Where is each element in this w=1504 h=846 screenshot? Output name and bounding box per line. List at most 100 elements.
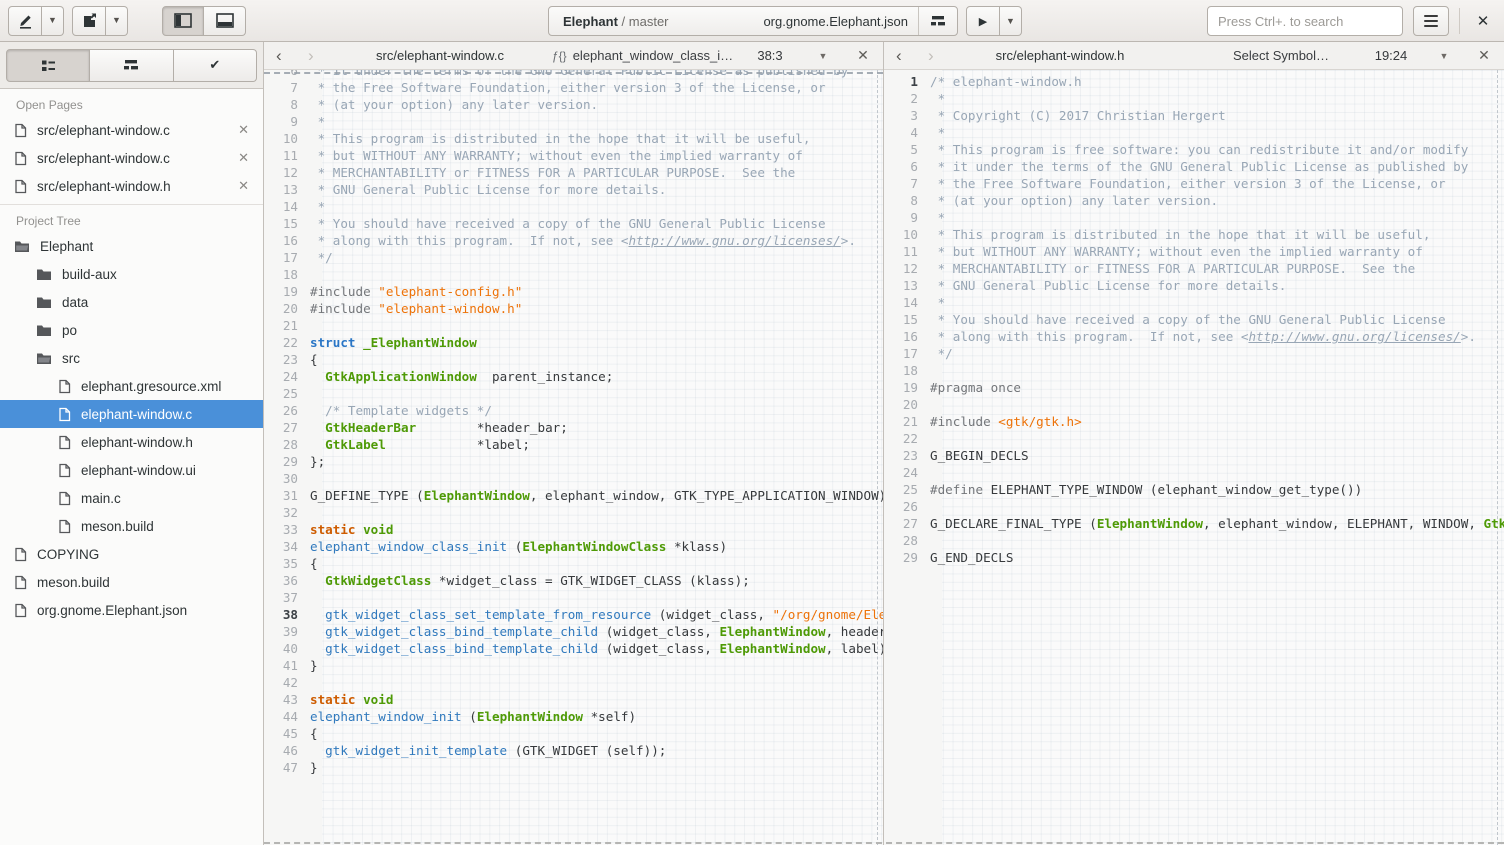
- tab-build[interactable]: [90, 49, 173, 82]
- code-line[interactable]: 12 * MERCHANTABILITY or FITNESS FOR A PA…: [264, 164, 883, 181]
- code-line[interactable]: 27G_DECLARE_FINAL_TYPE (ElephantWindow, …: [884, 515, 1504, 532]
- tab-tests[interactable]: ✔: [174, 49, 257, 82]
- code-line[interactable]: 41}: [264, 657, 883, 674]
- tree-item[interactable]: elephant.gresource.xml: [0, 372, 263, 400]
- code-line[interactable]: 23{: [264, 351, 883, 368]
- code-line[interactable]: 4 *: [884, 124, 1504, 141]
- close-editor-button[interactable]: ✕: [1474, 42, 1494, 69]
- code-line[interactable]: 33static void: [264, 521, 883, 538]
- tree-item[interactable]: COPYING: [0, 540, 263, 568]
- back-chevron-icon[interactable]: ‹: [896, 42, 902, 69]
- window-close-button[interactable]: ✕: [1470, 8, 1496, 34]
- code-viewport[interactable]: 1/* elephant-window.h2 *3 * Copyright (C…: [884, 70, 1504, 845]
- code-line[interactable]: 30: [264, 470, 883, 487]
- code-line[interactable]: 7 * the Free Software Foundation, either…: [884, 175, 1504, 192]
- tree-item[interactable]: org.gnome.Elephant.json: [0, 596, 263, 624]
- code-line[interactable]: 21: [264, 317, 883, 334]
- code-line[interactable]: 10 * This program is distributed in the …: [264, 130, 883, 147]
- symbol-selector[interactable]: ƒ{} elephant_window_class_i…: [552, 42, 770, 69]
- close-editor-button[interactable]: ✕: [853, 42, 873, 69]
- editor-options-dropdown[interactable]: ▼: [813, 42, 833, 69]
- code-line[interactable]: 28: [884, 532, 1504, 549]
- code-line[interactable]: 34elephant_window_class_init (ElephantWi…: [264, 538, 883, 555]
- code-line[interactable]: 28 GtkLabel *label;: [264, 436, 883, 453]
- code-line[interactable]: 9 *: [264, 113, 883, 130]
- code-line[interactable]: 42: [264, 674, 883, 691]
- tree-item[interactable]: meson.build: [0, 512, 263, 540]
- code-line[interactable]: 10 * This program is distributed in the …: [884, 226, 1504, 243]
- code-line[interactable]: 6 * it under the terms of the GNU Genera…: [884, 158, 1504, 175]
- editor-options-dropdown[interactable]: ▼: [1434, 42, 1454, 69]
- code-line[interactable]: 38 gtk_widget_class_set_template_from_re…: [264, 606, 883, 623]
- code-line[interactable]: 22: [884, 430, 1504, 447]
- code-line[interactable]: 20: [884, 396, 1504, 413]
- code-line[interactable]: 14 *: [264, 198, 883, 215]
- code-line[interactable]: 36 GtkWidgetClass *widget_class = GTK_WI…: [264, 572, 883, 589]
- open-page-item[interactable]: src/elephant-window.c ✕: [0, 144, 263, 172]
- code-line[interactable]: 29};: [264, 453, 883, 470]
- tree-item[interactable]: Elephant: [0, 232, 263, 260]
- code-line[interactable]: 45{: [264, 725, 883, 742]
- tree-item[interactable]: elephant-window.ui: [0, 456, 263, 484]
- code-line[interactable]: 7 * the Free Software Foundation, either…: [264, 79, 883, 96]
- code-line[interactable]: 24: [884, 464, 1504, 481]
- symbol-selector[interactable]: Select Symbol…: [1172, 42, 1390, 69]
- code-line[interactable]: 15 * You should have received a copy of …: [884, 311, 1504, 328]
- code-viewport[interactable]: 6 * it under the terms of the GNU Genera…: [264, 70, 883, 845]
- tree-item[interactable]: elephant-window.h: [0, 428, 263, 456]
- back-chevron-icon[interactable]: ‹: [276, 42, 282, 69]
- code-line[interactable]: 37: [264, 589, 883, 606]
- search-input[interactable]: [1207, 6, 1403, 36]
- forward-chevron-icon[interactable]: ›: [928, 42, 934, 69]
- code-line[interactable]: 5 * This program is free software: you c…: [884, 141, 1504, 158]
- toggle-left-panel-button[interactable]: [162, 6, 204, 36]
- code-line[interactable]: 46 gtk_widget_init_template (GTK_WIDGET …: [264, 742, 883, 759]
- code-line[interactable]: 27 GtkHeaderBar *header_bar;: [264, 419, 883, 436]
- code-line[interactable]: 18: [884, 362, 1504, 379]
- code-line[interactable]: 44elephant_window_init (ElephantWindow *…: [264, 708, 883, 725]
- code-line[interactable]: 25#define ELEPHANT_TYPE_WINDOW (elephant…: [884, 481, 1504, 498]
- code-line[interactable]: 26 /* Template widgets */: [264, 402, 883, 419]
- code-line[interactable]: 17 */: [884, 345, 1504, 362]
- tree-item[interactable]: data: [0, 288, 263, 316]
- code-line[interactable]: 2 *: [884, 90, 1504, 107]
- code-line[interactable]: 19#include "elephant-config.h": [264, 283, 883, 300]
- run-dropdown-button[interactable]: ▼: [1000, 6, 1022, 36]
- code-line[interactable]: 40 gtk_widget_class_bind_template_child …: [264, 640, 883, 657]
- code-line[interactable]: 31G_DEFINE_TYPE (ElephantWindow, elephan…: [264, 487, 883, 504]
- toggle-bottom-panel-button[interactable]: [204, 6, 246, 36]
- code-line[interactable]: 9 *: [884, 209, 1504, 226]
- tab-pages[interactable]: [6, 49, 90, 82]
- pen-button[interactable]: [8, 6, 42, 36]
- tree-item[interactable]: main.c: [0, 484, 263, 512]
- code-line[interactable]: 1/* elephant-window.h: [884, 73, 1504, 90]
- code-line[interactable]: 14 *: [884, 294, 1504, 311]
- code-line[interactable]: 15 * You should have received a copy of …: [264, 215, 883, 232]
- share-button[interactable]: [72, 6, 106, 36]
- close-icon[interactable]: ✕: [238, 122, 249, 138]
- code-line[interactable]: 39 gtk_widget_class_bind_template_child …: [264, 623, 883, 640]
- code-line[interactable]: 23G_BEGIN_DECLS: [884, 447, 1504, 464]
- code-line[interactable]: 24 GtkApplicationWindow parent_instance;: [264, 368, 883, 385]
- tree-item[interactable]: elephant-window.c: [0, 400, 263, 428]
- build-status-button[interactable]: [918, 7, 956, 35]
- code-line[interactable]: 47}: [264, 759, 883, 776]
- share-dropdown-button[interactable]: ▼: [106, 6, 128, 36]
- code-line[interactable]: 32: [264, 504, 883, 521]
- omnibar[interactable]: Elephant / master org.gnome.Elephant.jso…: [548, 6, 958, 36]
- code-line[interactable]: 26: [884, 498, 1504, 515]
- pen-dropdown-button[interactable]: ▼: [42, 6, 64, 36]
- code-line[interactable]: 16 * along with this program. If not, se…: [264, 232, 883, 249]
- menu-button[interactable]: [1413, 6, 1449, 36]
- run-button[interactable]: ▶: [966, 6, 1000, 36]
- tree-item[interactable]: build-aux: [0, 260, 263, 288]
- code-line[interactable]: 17 */: [264, 249, 883, 266]
- code-line[interactable]: 20#include "elephant-window.h": [264, 300, 883, 317]
- code-line[interactable]: 8 * (at your option) any later version.: [264, 96, 883, 113]
- code-line[interactable]: 22struct _ElephantWindow: [264, 334, 883, 351]
- code-line[interactable]: 11 * but WITHOUT ANY WARRANTY; without e…: [264, 147, 883, 164]
- code-line[interactable]: 13 * GNU General Public License for more…: [264, 181, 883, 198]
- code-line[interactable]: 35{: [264, 555, 883, 572]
- tree-item[interactable]: meson.build: [0, 568, 263, 596]
- code-line[interactable]: 19#pragma once: [884, 379, 1504, 396]
